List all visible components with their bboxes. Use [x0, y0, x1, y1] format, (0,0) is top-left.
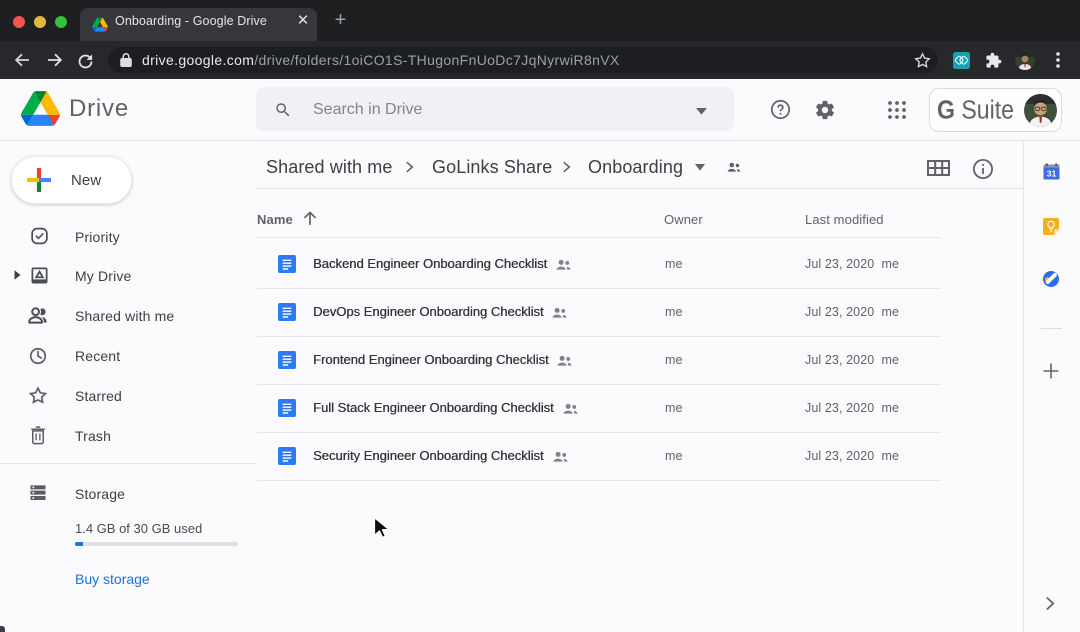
svg-text:G Suite: G Suite — [937, 97, 1014, 125]
svg-text:31: 31 — [1047, 169, 1057, 179]
